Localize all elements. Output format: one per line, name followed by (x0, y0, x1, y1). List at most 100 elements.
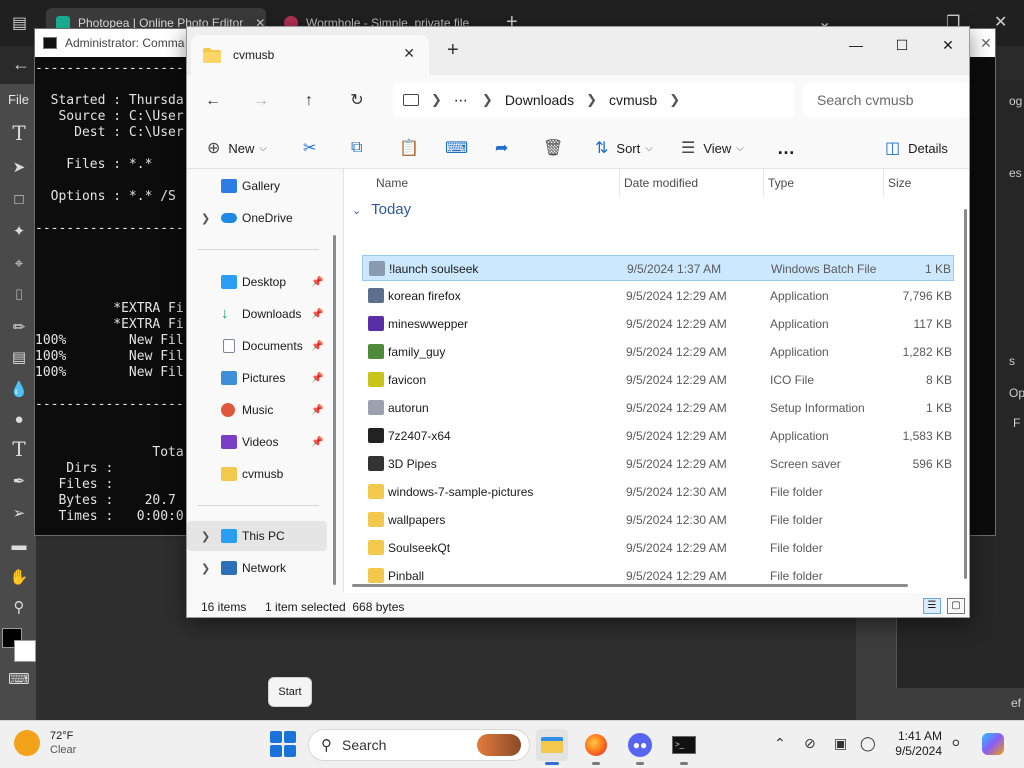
sort-button[interactable]: ⇅ Sort ⌵ (595, 135, 653, 161)
magic-wand-icon[interactable]: ✦ (8, 220, 30, 242)
copilot-icon[interactable] (982, 733, 1004, 755)
file-row[interactable]: !launch soulseek 9/5/2024 1:37 AM Windows … (362, 255, 954, 281)
nav-item-onedrive[interactable]: ❯ OneDrive (187, 203, 327, 233)
nav-item-pictures[interactable]: Pictures 📌 (187, 363, 327, 393)
share-button[interactable]: ➦ (495, 135, 508, 161)
close-icon[interactable]: ✕ (977, 29, 995, 57)
file-row[interactable]: family_guy 9/5/2024 12:29 AM Application 1,… (362, 339, 954, 365)
nav-item-this-pc[interactable]: ❯ This PC (187, 521, 327, 551)
details-button[interactable]: ◫ Details (885, 135, 948, 161)
quick-mask-icon[interactable]: ⌨ (8, 668, 30, 690)
shape-tool-icon[interactable]: ▬ (8, 534, 30, 556)
chevron-right-icon[interactable]: ❯ (482, 92, 493, 108)
file-explorer-window[interactable]: cvmusb ✕ + — ☐ ✕ ← → ↑ ↻ ❯ ⋯ ❯ Downloads… (186, 26, 970, 618)
path-select-icon[interactable]: ➢ (8, 502, 30, 524)
pen-tool-icon[interactable]: ✒ (8, 470, 30, 492)
dodge-tool-icon[interactable]: ● (8, 408, 30, 430)
back-icon[interactable]: ← (201, 89, 225, 113)
close-tab-icon[interactable]: ✕ (403, 45, 415, 62)
no-network-icon[interactable]: ⊘ (804, 735, 816, 752)
rename-button[interactable]: ⌨ (445, 135, 468, 161)
delete-button[interactable]: 🗑 (543, 135, 563, 161)
forward-icon[interactable]: → (249, 89, 273, 113)
file-row[interactable]: 7z2407-x64 9/5/2024 12:29 AM Application 1,… (362, 423, 954, 449)
address-bar[interactable]: ❯ ⋯ ❯ Downloads ❯ cvmusb ❯ (393, 83, 795, 117)
menu-file[interactable]: File (8, 92, 29, 107)
close-icon[interactable]: ✕ (925, 31, 969, 59)
taskbar-firefox[interactable] (580, 729, 612, 765)
chevron-right-icon[interactable]: ❯ (201, 212, 210, 225)
taskbar-file-explorer[interactable] (536, 729, 568, 765)
search-input[interactable]: Search cvmusb (803, 83, 969, 117)
tiles-view-icon[interactable]: ▢ (947, 598, 965, 614)
close-icon[interactable]: ✕ (994, 12, 1007, 32)
group-header-today[interactable]: ⌄ Today (352, 201, 411, 218)
column-name[interactable]: Name (370, 169, 620, 197)
minimize-icon[interactable]: — (833, 31, 879, 59)
chevron-right-icon[interactable]: ❯ (431, 92, 442, 108)
crop-tool-icon[interactable]: ⌖ (8, 252, 30, 274)
background-color-swatch[interactable] (14, 640, 36, 662)
nav-item-documents[interactable]: Documents 📌 (187, 331, 327, 361)
chevron-up-icon[interactable]: ⌃ (774, 735, 786, 752)
file-row[interactable]: 3D Pipes 9/5/2024 12:29 AM Screen saver 596… (362, 451, 954, 477)
more-locations-icon[interactable]: ⋯ (454, 92, 468, 109)
nav-item-gallery[interactable]: Gallery (187, 171, 327, 201)
taskbar-terminal[interactable]: >_ (668, 729, 700, 765)
maximize-icon[interactable]: ☐ (879, 31, 925, 59)
blur-tool-icon[interactable]: 💧 (8, 378, 30, 400)
chevron-right-icon[interactable]: ❯ (586, 92, 597, 108)
cut-button[interactable]: ✂ (303, 135, 316, 161)
cmd-output[interactable]: ------------------------ Started : Thurs… (35, 57, 187, 535)
copy-button[interactable]: ⧉ (351, 135, 362, 161)
display-icon[interactable]: ▣ (834, 735, 847, 752)
explorer-tab[interactable]: cvmusb ✕ (191, 35, 429, 75)
nav-item-network[interactable]: ❯ Network (187, 553, 327, 583)
move-tool-icon[interactable]: ➤ (8, 156, 30, 178)
column-date-modified[interactable]: Date modified (618, 169, 764, 197)
nav-item-downloads[interactable]: ↓ Downloads 📌 (187, 299, 327, 329)
gradient-tool-icon[interactable]: ▤ (8, 346, 30, 368)
tab-actions-icon[interactable]: ▤ (12, 13, 27, 33)
file-row[interactable]: SoulseekQt 9/5/2024 12:29 AM File folder (362, 535, 954, 561)
paste-button[interactable]: 📋 (399, 135, 419, 161)
file-row[interactable]: windows-7-sample-pictures 9/5/2024 12:30 … (362, 479, 954, 505)
breadcrumb-downloads[interactable]: Downloads (505, 92, 574, 108)
nav-item-cvmusb[interactable]: cvmusb (187, 459, 327, 489)
file-row[interactable]: korean firefox 9/5/2024 12:29 AM Applicati… (362, 283, 954, 309)
chevron-right-icon[interactable]: ❯ (669, 92, 680, 108)
clock[interactable]: 1:41 AM 9/5/2024 (886, 729, 942, 759)
file-row[interactable]: mineswwepper 9/5/2024 12:29 AM Application… (362, 311, 954, 337)
nav-item-desktop[interactable]: Desktop 📌 (187, 267, 327, 297)
nav-item-music[interactable]: Music 📌 (187, 395, 327, 425)
battery-icon[interactable]: ◯ (860, 735, 876, 752)
column-type[interactable]: Type (762, 169, 884, 197)
start-button[interactable] (270, 731, 296, 757)
file-row[interactable]: favicon 9/5/2024 12:29 AM ICO File 8 KB (362, 367, 954, 393)
taskbar-discord[interactable]: ●● (624, 729, 656, 765)
healing-tool-icon[interactable]: ⌷ (8, 284, 30, 306)
nav-scrollbar[interactable] (333, 235, 336, 585)
bell-icon[interactable]: ⚪ (950, 735, 962, 752)
details-view-icon[interactable]: ☰ (923, 598, 941, 614)
zoom-tool-icon[interactable]: ⚲ (8, 596, 30, 618)
type-tool-icon[interactable]: T (8, 437, 30, 461)
breadcrumb-cvmusb[interactable]: cvmusb (609, 92, 657, 108)
text-tool-icon[interactable]: T (8, 121, 30, 145)
new-tab-icon[interactable]: + (447, 39, 459, 62)
vertical-scrollbar[interactable] (964, 209, 967, 579)
view-button[interactable]: ☰ View ⌵ (681, 135, 744, 161)
file-row[interactable]: wallpapers 9/5/2024 12:30 AM File folder (362, 507, 954, 533)
chevron-right-icon[interactable]: ❯ (201, 562, 210, 575)
nav-item-videos[interactable]: Videos 📌 (187, 427, 327, 457)
chevron-right-icon[interactable]: ❯ (201, 530, 210, 543)
horizontal-scrollbar[interactable] (352, 584, 908, 587)
hand-tool-icon[interactable]: ✋ (8, 566, 30, 588)
brush-tool-icon[interactable]: ✏ (8, 316, 30, 338)
new-button[interactable]: ⊕ New ⌵ (207, 135, 267, 161)
back-icon[interactable]: ← (12, 54, 30, 75)
weather-widget[interactable]: 72°F Clear (14, 729, 76, 757)
more-options-button[interactable]: … (777, 135, 795, 161)
refresh-icon[interactable]: ↻ (345, 89, 369, 113)
file-row[interactable]: autorun 9/5/2024 12:29 AM Setup Informatio… (362, 395, 954, 421)
